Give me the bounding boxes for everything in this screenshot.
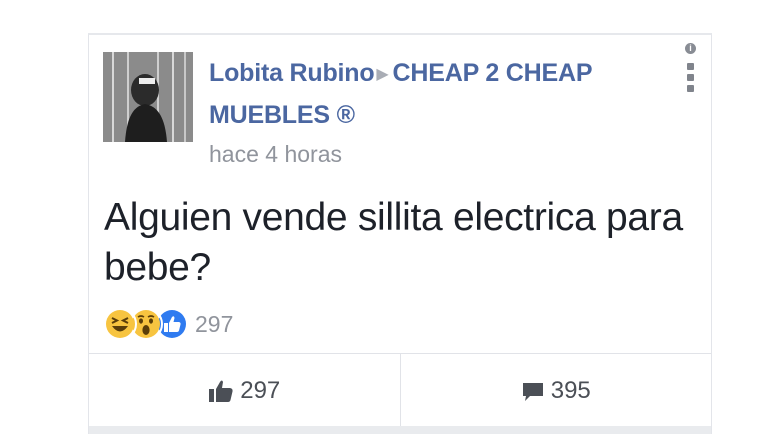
avatar[interactable] [103,52,193,142]
post-card: Lobita Rubino ▶ CHEAP 2 CHEAP MUEBLES ® ha… [88,33,712,434]
laugh-reaction-icon [103,307,137,341]
author-name[interactable]: Lobita Rubino [209,59,375,87]
group-name-line2[interactable]: MUEBLES ® [209,101,355,129]
thumbs-up-icon [209,380,233,402]
menu-dot-icon [687,74,694,81]
menu-dot-icon [687,85,694,92]
reaction-count: 297 [195,310,234,337]
post-timestamp[interactable]: hace 4 horas [209,137,679,171]
post-attribution: Lobita Rubino ▶ CHEAP 2 CHEAP MUEBLES ® [209,53,679,135]
avatar-image [103,52,193,142]
arrow-right-icon: ▶ [376,66,389,83]
like-count: 297 [240,376,281,404]
menu-dot-icon [687,63,694,70]
group-name-line1[interactable]: CHEAP 2 CHEAP [393,59,593,87]
info-icon: i [685,43,696,54]
like-button[interactable]: 297 [89,354,400,427]
comment-count: 395 [550,376,591,404]
post-header: Lobita Rubino ▶ CHEAP 2 CHEAP MUEBLES ® ha… [209,53,679,171]
reactions-summary[interactable]: 297 [103,307,233,341]
post-body-text: Alguien vende sillita electrica para beb… [104,196,683,289]
card-divider [89,426,711,434]
comment-icon [522,382,543,401]
post-options-button[interactable]: i [683,43,697,92]
comment-button[interactable]: 395 [399,354,712,427]
action-bar: 297 395 [89,353,711,427]
